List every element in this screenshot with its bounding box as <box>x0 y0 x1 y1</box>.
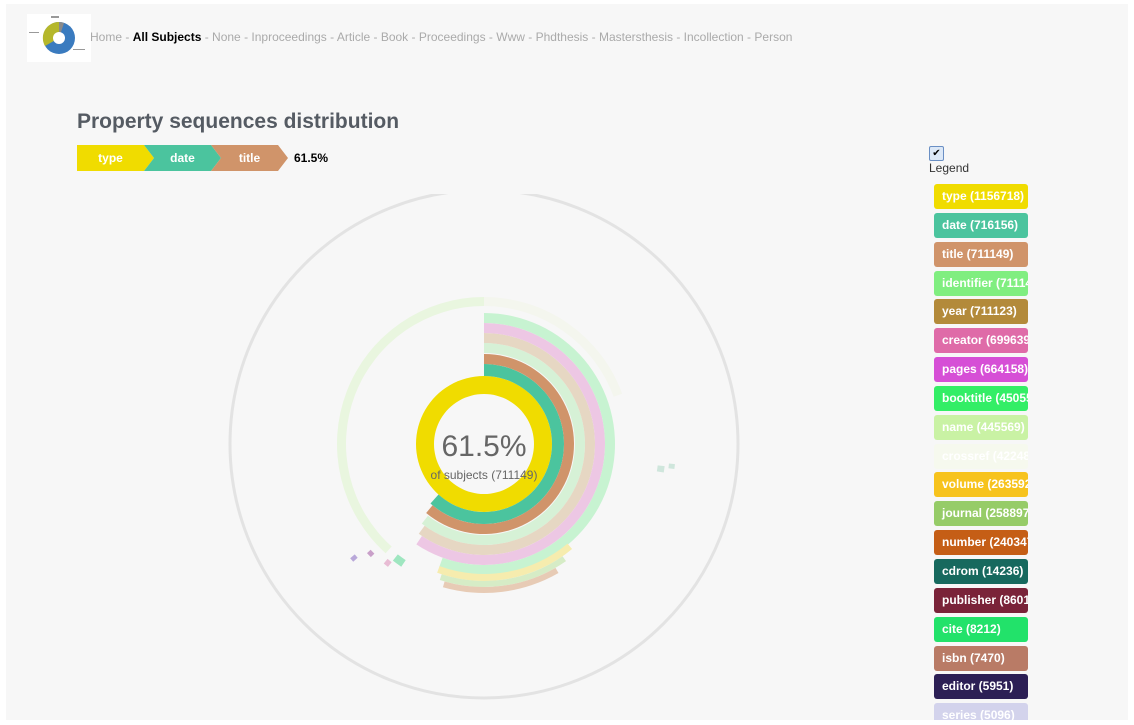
site-logo[interactable] <box>27 14 91 62</box>
legend-item[interactable]: number (240347) <box>934 530 1028 556</box>
nav-item-home[interactable]: Home <box>90 30 122 44</box>
nav-separator: - <box>743 30 755 44</box>
legend-title: Legend <box>929 161 970 175</box>
legend-item[interactable]: cite (8212) <box>934 616 1028 642</box>
nav-separator: - <box>201 30 213 44</box>
nav-item-inproceedings[interactable]: Inproceedings <box>251 30 326 44</box>
nav-separator: - <box>524 30 536 44</box>
nav-item-person[interactable]: Person <box>754 30 792 44</box>
nav-separator: - <box>240 30 252 44</box>
legend-item[interactable]: pages (664158) <box>934 357 1028 383</box>
legend-item[interactable]: booktitle (450558) <box>934 385 1028 411</box>
top-nav: Home - All Subjects - None - Inproceedin… <box>90 30 792 44</box>
sunburst-fragment[interactable] <box>366 549 375 558</box>
nav-item-proceedings[interactable]: Proceedings <box>419 30 486 44</box>
legend-item[interactable]: publisher (8601) <box>934 587 1028 613</box>
legend-item[interactable]: identifier (711149) <box>934 270 1028 296</box>
page-title: Property sequences distribution <box>77 110 400 133</box>
sunburst-fragment[interactable] <box>656 465 665 473</box>
sunburst-fragment[interactable] <box>668 463 675 470</box>
breadcrumb-step-label: date <box>170 151 195 165</box>
nav-item-none[interactable]: None <box>212 30 241 44</box>
nav-item-all-subjects[interactable]: All Subjects <box>133 30 202 44</box>
legend-item[interactable]: name (445569) <box>934 414 1028 440</box>
legend-item[interactable]: series (5096) <box>934 703 1028 720</box>
legend-item[interactable]: journal (258897) <box>934 501 1028 527</box>
sunburst-fragment[interactable] <box>350 554 358 562</box>
nav-separator: - <box>673 30 684 44</box>
breadcrumb-percentage: 61.5% <box>294 151 329 165</box>
nav-item-mastersthesis[interactable]: Mastersthesis <box>599 30 673 44</box>
nav-item-book[interactable]: Book <box>381 30 408 44</box>
legend-item[interactable]: crossref (422481) <box>934 443 1028 469</box>
legend-item[interactable]: creator (699639) <box>934 328 1028 354</box>
sunburst-fragment[interactable] <box>392 554 406 567</box>
page-background: Home - All Subjects - None - Inproceedin… <box>6 4 1128 720</box>
nav-item-www[interactable]: Www <box>496 30 525 44</box>
legend-item[interactable]: isbn (7470) <box>934 645 1028 671</box>
legend-item[interactable]: editor (5951) <box>934 674 1028 700</box>
legend-item[interactable]: title (711149) <box>934 241 1028 267</box>
nav-item-phdthesis[interactable]: Phdthesis <box>536 30 589 44</box>
legend-toggle-checkbox[interactable]: ✔ <box>929 146 944 161</box>
center-percentage: 61.5% <box>441 430 527 463</box>
center-subtitle: of subjects (711149) <box>430 468 538 482</box>
breadcrumb-step-label: title <box>239 151 261 165</box>
nav-separator: - <box>408 30 419 44</box>
nav-item-incollection[interactable]: Incollection <box>684 30 744 44</box>
legend-item[interactable]: cdrom (14236) <box>934 558 1028 584</box>
nav-separator: - <box>370 30 381 44</box>
nav-item-article[interactable]: Article <box>337 30 370 44</box>
legend-item[interactable]: date (716156) <box>934 212 1028 238</box>
nav-separator: - <box>326 30 337 44</box>
nav-separator: - <box>122 30 133 44</box>
legend-item[interactable]: type (1156718) <box>934 184 1028 209</box>
legend-item[interactable]: year (711123) <box>934 299 1028 325</box>
nav-separator: - <box>588 30 599 44</box>
sunburst-fragment[interactable] <box>383 558 392 567</box>
legend-list: type (1156718) date (716156) title (711149… <box>934 184 1028 720</box>
legend-item[interactable]: volume (263592) <box>934 472 1028 498</box>
nav-separator: - <box>485 30 497 44</box>
breadcrumb-step-label: type <box>98 151 123 165</box>
